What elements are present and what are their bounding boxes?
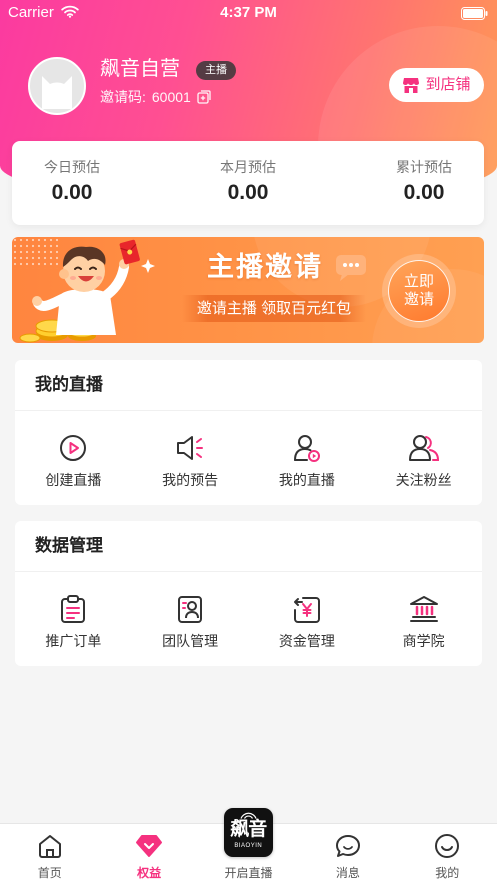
stat-value: 0.00: [227, 181, 269, 204]
cta-line-2: 邀请: [403, 291, 434, 308]
stat-total[interactable]: 累计预估 0.00: [364, 141, 484, 225]
user-live-icon: [249, 433, 366, 463]
play-circle-icon: [15, 433, 132, 463]
dot-pattern: [14, 239, 58, 269]
my-live-item[interactable]: 我的直播: [249, 420, 366, 500]
benefits-icon: [99, 833, 198, 859]
team-management-item[interactable]: 团队管理: [132, 581, 249, 661]
tab-go-live[interactable]: 飙音 BIAOYIN 开启直播: [199, 808, 298, 883]
banner-title: 主播邀请: [207, 252, 323, 282]
team-card-icon: [132, 594, 249, 624]
tab-messages[interactable]: 消息: [298, 824, 397, 883]
user-name: 飙音自营: [100, 58, 180, 80]
my-preview-item[interactable]: 我的预告: [132, 420, 249, 500]
status-time: 4:37 PM: [220, 4, 277, 21]
item-label: 我的预告: [162, 472, 219, 488]
invite-now-button[interactable]: 立即 邀请: [382, 254, 456, 328]
tab-label: 首页: [37, 866, 62, 880]
tab-benefits[interactable]: 权益: [99, 824, 198, 883]
stat-label: 累计预估: [396, 159, 452, 175]
section-title: 我的直播: [35, 375, 103, 394]
cta-line-1: 立即: [403, 273, 434, 290]
followers-item[interactable]: 关注粉丝: [365, 420, 482, 500]
item-label: 推广订单: [45, 633, 102, 649]
invite-code-row: 邀请码: 60001: [100, 88, 211, 106]
tab-label: 我的: [435, 866, 460, 880]
tab-label: 开启直播: [224, 866, 273, 880]
bank-icon: [365, 594, 482, 624]
followers-icon: [365, 433, 482, 463]
status-bar: Carrier 4:37 PM: [0, 0, 497, 24]
copy-icon[interactable]: [197, 90, 211, 104]
banner-subtitle: 邀请主播 领取百元红包: [182, 295, 366, 322]
invite-streamer-banner[interactable]: 主播邀请 邀请主播 领取百元红包 立即 邀请: [12, 237, 484, 343]
item-label: 关注粉丝: [395, 472, 452, 488]
stat-today[interactable]: 今日预估 0.00: [12, 141, 132, 225]
battery-icon: [461, 7, 488, 20]
sparkle-icon: [141, 259, 155, 273]
go-to-store-button[interactable]: 到店铺: [389, 68, 484, 102]
home-icon: [0, 833, 99, 859]
profile-icon: [398, 833, 497, 859]
item-label: 资金管理: [278, 633, 335, 649]
item-label: 团队管理: [162, 633, 219, 649]
tab-label: 权益: [137, 866, 162, 880]
stat-value: 0.00: [403, 181, 445, 204]
logo-text: 飙音: [230, 819, 267, 840]
my-live-section: 我的直播 创建直播 我的预告 我的直播 关注粉丝: [15, 360, 482, 505]
stat-label: 本月预估: [220, 159, 276, 175]
stat-month[interactable]: 本月预估 0.00: [188, 141, 308, 225]
item-label: 商学院: [402, 633, 445, 649]
avatar[interactable]: [28, 57, 86, 115]
stat-value: 0.00: [51, 181, 93, 204]
broadcast-icon: [240, 812, 257, 819]
yen-icon: [249, 594, 366, 624]
data-management-section: 数据管理 推广订单 团队管理 资金管理 商学院: [15, 521, 482, 666]
role-badge: 主播: [196, 61, 236, 80]
section-title: 数据管理: [35, 536, 103, 555]
store-button-label: 到店铺: [425, 76, 471, 93]
app-logo[interactable]: 飙音 BIAOYIN: [223, 808, 273, 857]
item-label: 我的直播: [278, 472, 335, 488]
megaphone-icon: [132, 433, 249, 463]
cat-avatar-icon: [42, 76, 72, 109]
clipboard-icon: [15, 594, 132, 624]
message-icon: [298, 833, 397, 859]
bottom-tab-bar: 首页 权益 飙音 BIAOYIN 开启直播 消息 我的: [0, 808, 497, 883]
item-label: 创建直播: [45, 472, 102, 488]
invite-code-value: 60001: [151, 89, 191, 105]
section-divider: [15, 410, 482, 411]
tab-home[interactable]: 首页: [0, 824, 99, 883]
logo-subtext: BIAOYIN: [234, 843, 263, 849]
business-school-item[interactable]: 商学院: [365, 581, 482, 661]
invite-code-label: 邀请码:: [100, 89, 146, 105]
tab-profile[interactable]: 我的: [398, 824, 497, 883]
earnings-stats-card: 今日预估 0.00 本月预估 0.00 累计预估 0.00: [12, 141, 484, 225]
tab-label: 消息: [335, 866, 360, 880]
store-icon: [402, 77, 420, 94]
promotion-orders-item[interactable]: 推广订单: [15, 581, 132, 661]
fund-management-item[interactable]: 资金管理: [249, 581, 366, 661]
section-divider: [15, 571, 482, 572]
create-live-item[interactable]: 创建直播: [15, 420, 132, 500]
invite-now-button-face: 立即 邀请: [388, 260, 450, 322]
stat-label: 今日预估: [44, 159, 100, 175]
